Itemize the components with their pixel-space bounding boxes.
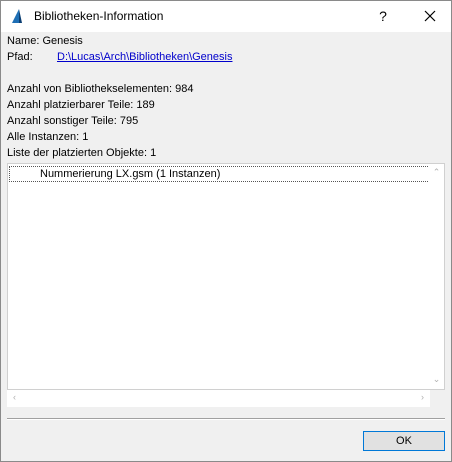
other-parts-count: Anzahl sonstiger Teile: 795 [7, 115, 139, 127]
path-label: Pfad: [7, 51, 33, 63]
archicad-logo-icon [12, 9, 22, 23]
horizontal-scrollbar[interactable]: ‹ › [7, 390, 430, 407]
all-instances-count: Alle Instanzen: 1 [7, 131, 89, 143]
list-item-label: Nummerierung LX.gsm (1 Instanzen) [40, 168, 221, 180]
library-elements-count: Anzahl von Bibliothekselementen: 984 [7, 83, 194, 95]
library-name: Name: Genesis [7, 35, 83, 47]
window-title: Bibliotheken-Information [34, 9, 164, 23]
vertical-scrollbar[interactable]: ⌃ ⌄ [429, 164, 444, 389]
scroll-down-icon[interactable]: ⌄ [429, 374, 444, 385]
list-item[interactable]: Nummerierung LX.gsm (1 Instanzen) [9, 166, 430, 182]
separator [7, 418, 445, 420]
placed-objects-header: Liste der platzierten Objekte: 1 [7, 147, 157, 159]
path-link[interactable]: D:\Lucas\Arch\Bibliotheken\Genesis [57, 50, 232, 64]
help-button[interactable]: ? [371, 5, 395, 27]
title-bar: Bibliotheken-Information ? [1, 1, 451, 32]
dialog-window: Bibliotheken-Information ? Name: Genesis… [0, 0, 452, 462]
scroll-right-icon[interactable]: › [415, 392, 430, 402]
close-icon[interactable] [415, 5, 445, 27]
scroll-left-icon[interactable]: ‹ [7, 392, 22, 402]
ok-button[interactable]: OK [363, 431, 445, 451]
placeable-parts-count: Anzahl platzierbarer Teile: 189 [7, 99, 155, 111]
scroll-up-icon[interactable]: ⌃ [429, 167, 444, 178]
placed-objects-list[interactable]: Nummerierung LX.gsm (1 Instanzen) ⌃ ⌄ [7, 163, 445, 390]
